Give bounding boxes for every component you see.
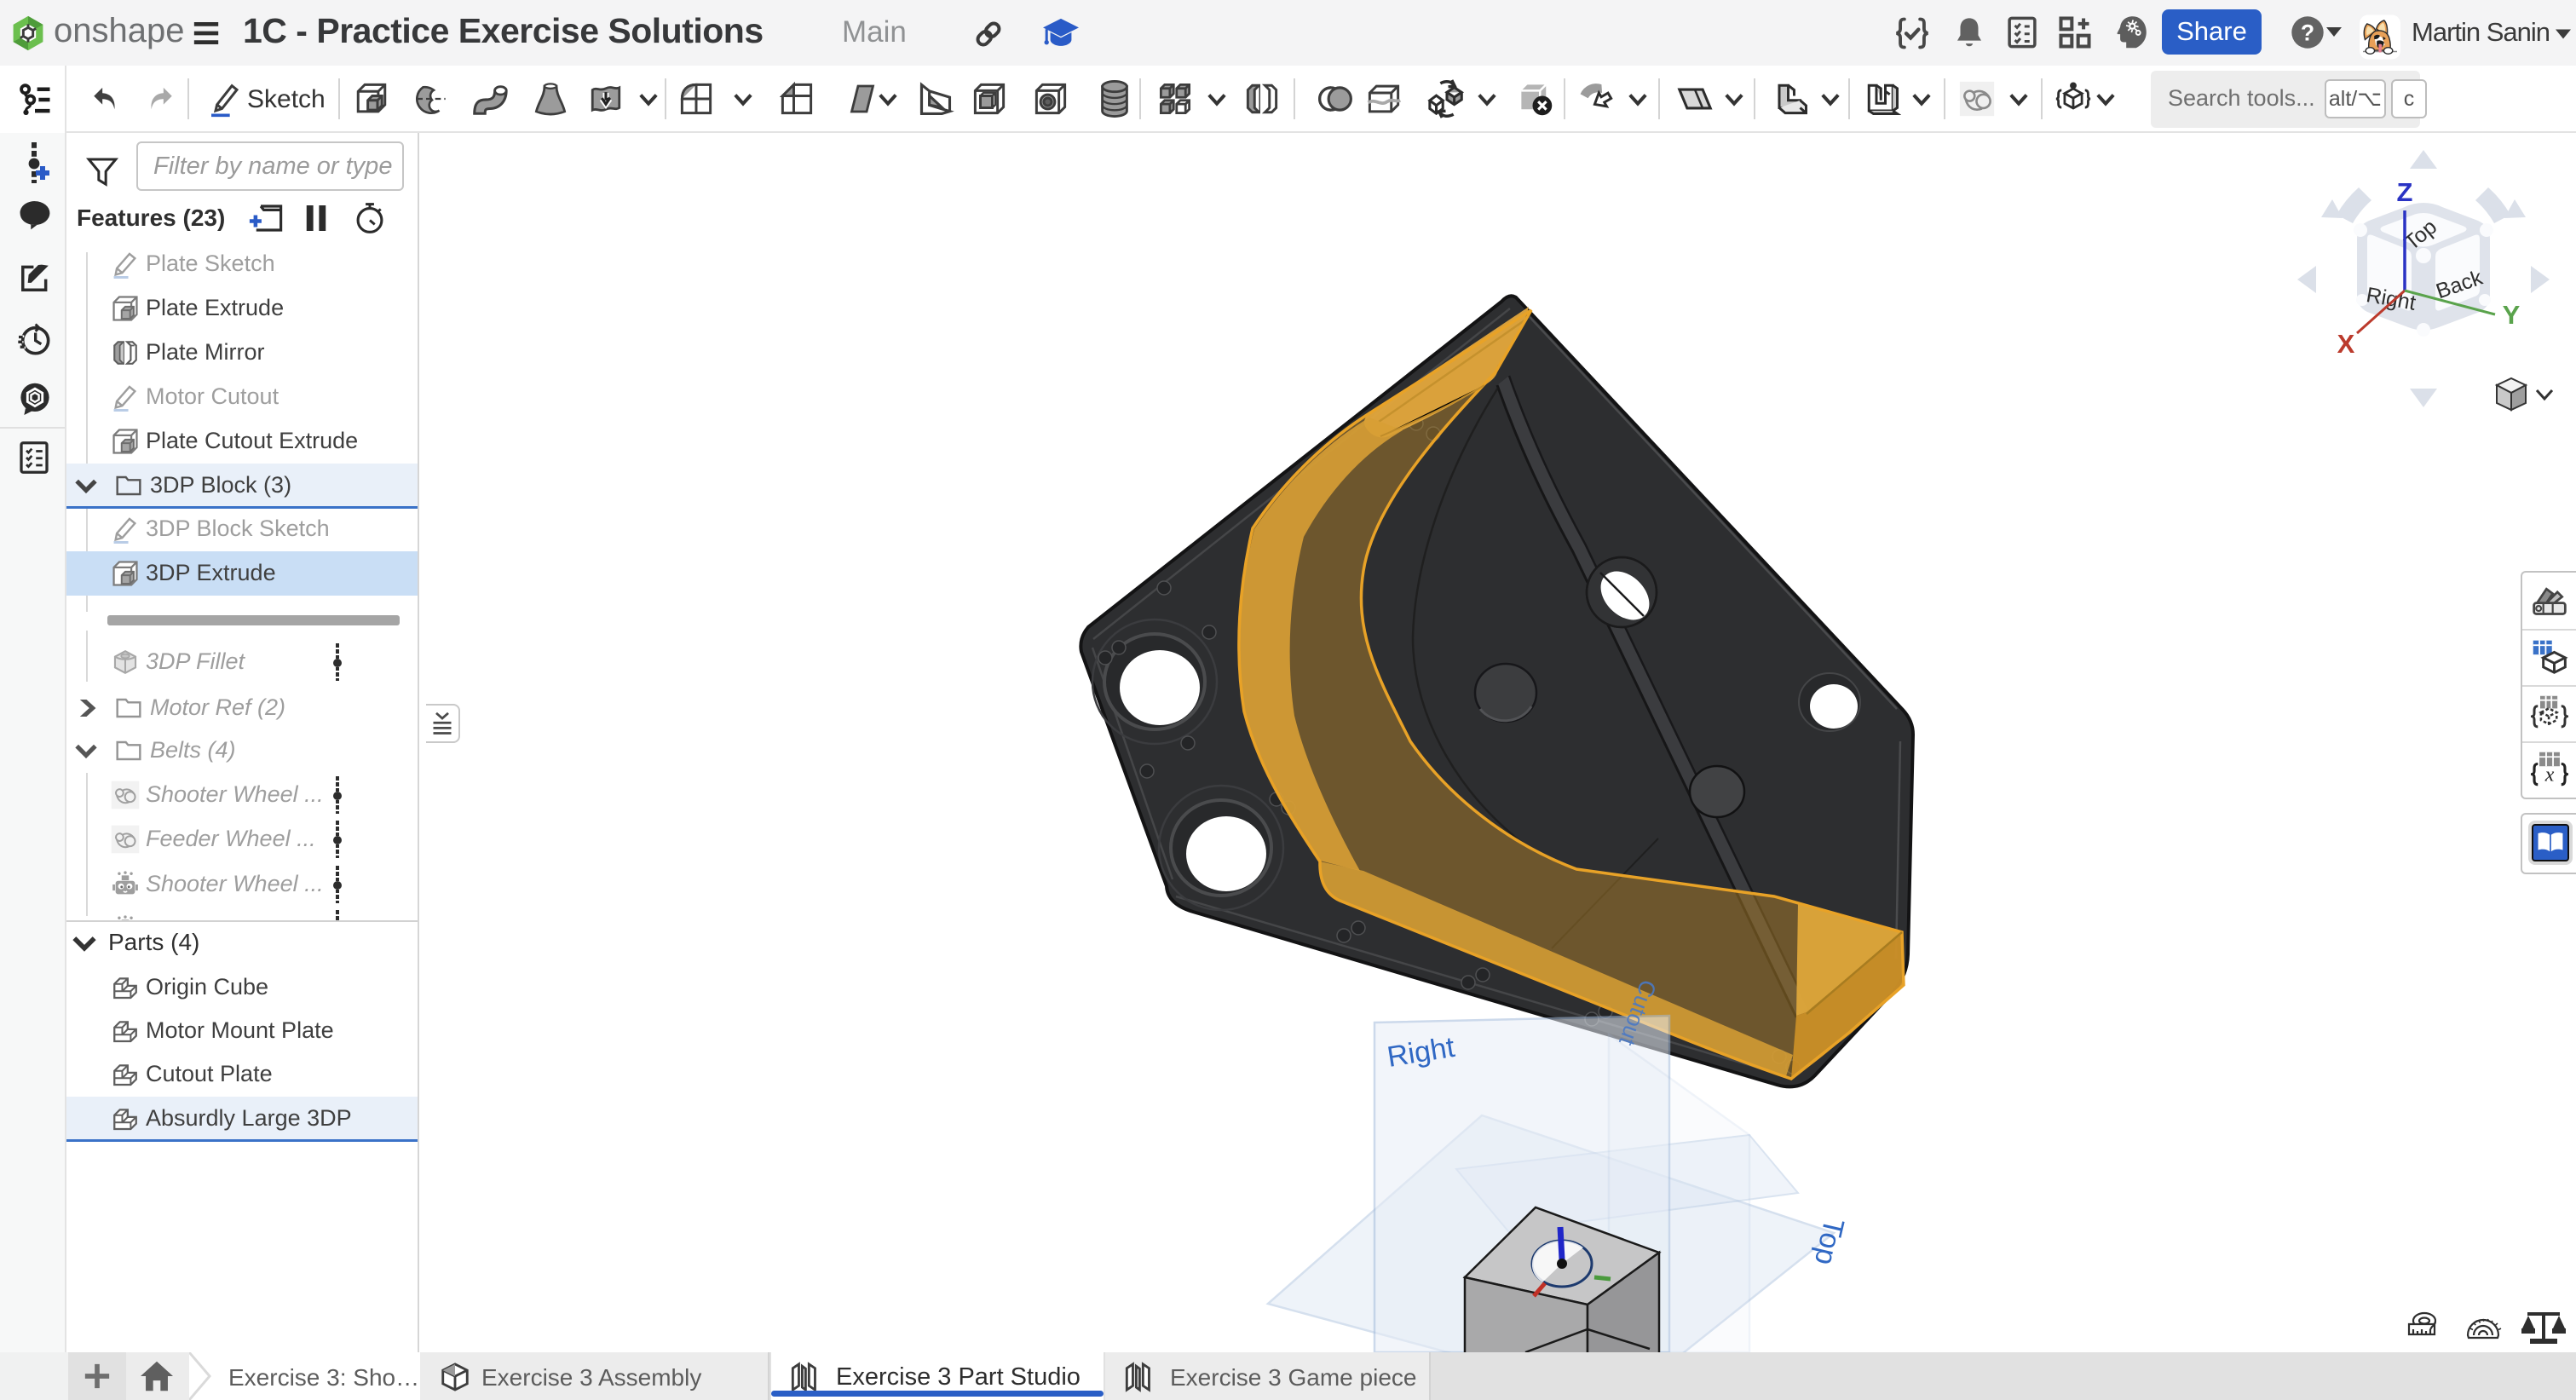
svg-text:?: ? xyxy=(2301,20,2314,46)
svg-text:x: x xyxy=(2544,764,2555,786)
svg-text:Y: Y xyxy=(2503,300,2521,330)
svg-text:X: X xyxy=(2337,329,2355,359)
svg-text:Top: Top xyxy=(1808,1215,1850,1268)
svg-text:Z: Z xyxy=(2397,177,2413,207)
